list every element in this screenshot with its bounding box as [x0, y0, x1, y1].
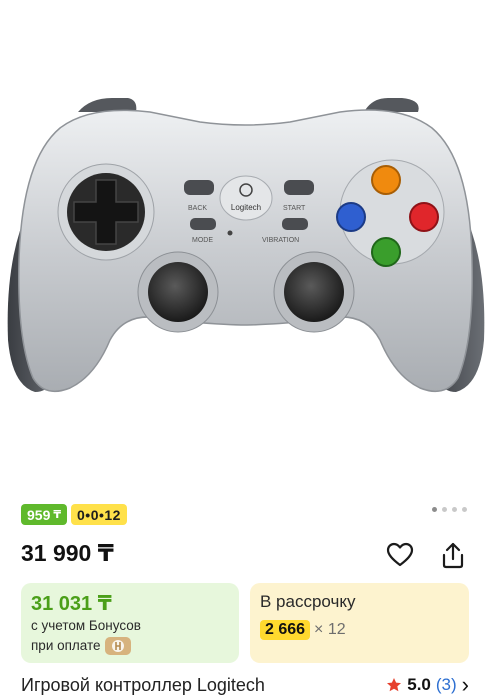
- gallery-dot[interactable]: [442, 507, 447, 512]
- gallery-dot[interactable]: [452, 507, 457, 512]
- bonus-line-1: с учетом Бонусов: [31, 618, 141, 633]
- rating-link[interactable]: 5.0 (3) ›: [386, 672, 469, 697]
- chevron-right-icon: ›: [461, 672, 469, 697]
- bonus-line-2: при оплате: [31, 638, 101, 653]
- product-title[interactable]: Игровой контроллер Logitech: [21, 675, 265, 696]
- share-icon: [442, 542, 464, 569]
- star-icon: [387, 678, 402, 692]
- rating-score: 5.0: [407, 675, 431, 694]
- svg-text:MODE: MODE: [192, 237, 213, 244]
- gallery-dot[interactable]: [462, 507, 467, 512]
- heart-icon: [386, 542, 414, 567]
- svg-text:VIBRATION: VIBRATION: [262, 237, 299, 244]
- installment-badge: 0•0•12: [71, 504, 127, 525]
- product-price: 31 990 ₸: [21, 540, 114, 566]
- review-count[interactable]: (3): [436, 675, 457, 695]
- price-badges: 959 ₸ 0•0•12: [21, 504, 127, 525]
- short-price-badge: 959 ₸: [21, 504, 68, 525]
- installment-amount: 2 666: [260, 620, 311, 640]
- installment-card[interactable]: В рассрочку 2 666 × 12: [250, 583, 469, 663]
- product-image-gallery[interactable]: BACK START MODE VIBRATION Logitech: [0, 0, 491, 495]
- installment-title: В рассрочку: [260, 592, 356, 611]
- svg-text:BACK: BACK: [188, 205, 207, 212]
- svg-text:START: START: [283, 205, 306, 212]
- gallery-pagination[interactable]: [432, 507, 467, 512]
- short-price-value: 959: [27, 506, 51, 523]
- favorite-button[interactable]: [385, 541, 415, 569]
- currency-icon: ₸: [53, 509, 62, 521]
- share-button[interactable]: [438, 541, 468, 569]
- svg-text:Logitech: Logitech: [231, 203, 261, 212]
- payment-method-icon: [104, 637, 131, 656]
- bonus-line-2-row: при оплате: [31, 636, 229, 656]
- installment-row: 2 666 × 12: [260, 620, 459, 640]
- bonus-price: 31 031 ₸: [31, 593, 112, 615]
- bonus-price-card[interactable]: 31 031 ₸ с учетом Бонусов при оплате: [21, 583, 239, 663]
- installment-multiplier: × 12: [314, 621, 346, 638]
- gallery-dot[interactable]: [432, 507, 437, 512]
- gamepad-image: BACK START MODE VIBRATION Logitech: [7, 98, 485, 393]
